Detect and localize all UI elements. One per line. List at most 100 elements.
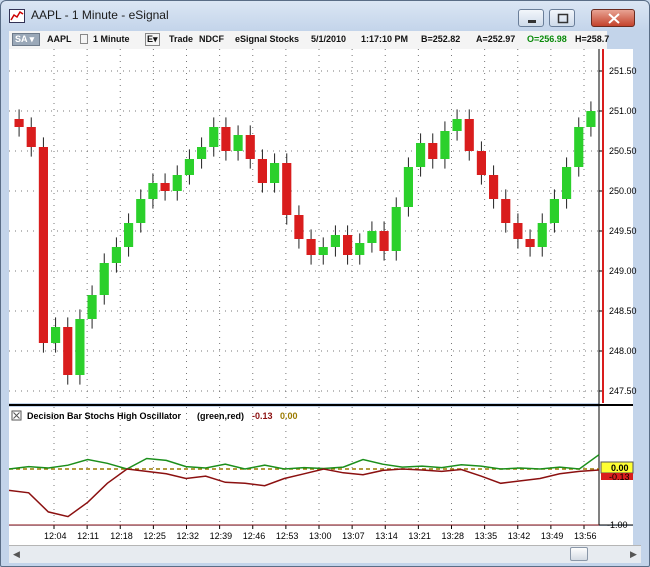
close-icon [608, 13, 620, 24]
application-window: AAPL - 1 Minute - eSignal SA ▾ AAPL 1 Mi… [0, 0, 650, 567]
candle-body [367, 231, 377, 243]
time-label: 13:42 [508, 531, 531, 541]
candle-body [416, 143, 426, 167]
candle-body [428, 143, 438, 159]
price-tick-label: 250.50 [609, 146, 637, 156]
candle-body [282, 163, 292, 215]
interval-menu-button[interactable]: E▾ [145, 33, 160, 46]
indicator-value-red: -0.13 [252, 411, 273, 421]
quote-high: H=258.7 [575, 34, 610, 44]
candle-body [330, 235, 340, 247]
candle-body [51, 327, 61, 343]
time-label: 13:14 [375, 531, 398, 541]
candle-body [562, 167, 572, 199]
candle-body [270, 163, 280, 183]
time-label: 12:39 [210, 531, 233, 541]
price-tick-label: 251.00 [609, 106, 637, 116]
price-pane[interactable] [9, 49, 599, 403]
candle-body [197, 147, 207, 159]
candle-body [184, 159, 194, 175]
candle-body [379, 231, 389, 251]
candle-body [501, 199, 511, 223]
candle-body [489, 175, 499, 199]
candle-body [233, 135, 243, 151]
data-source-label: eSignal Stocks [235, 34, 300, 44]
date-label: 5/1/2010 [311, 34, 347, 44]
time-label: 12:18 [110, 531, 133, 541]
price-tick-label: 247.50 [609, 386, 637, 396]
candle-body [63, 327, 73, 375]
symbol-toggle-icon[interactable] [80, 34, 88, 44]
minimize-icon [528, 20, 536, 23]
maximize-icon [557, 13, 569, 24]
chart-toolbar: SA ▾ AAPL 1 Minute E▾ Trade NDCF eSignal… [9, 31, 610, 50]
candle-body [403, 167, 413, 207]
price-tick-label: 251.50 [609, 66, 637, 76]
candle-body [172, 175, 182, 191]
indicator-pane[interactable] [9, 407, 599, 525]
price-tick-label: 250.00 [609, 186, 637, 196]
candle-body [14, 119, 24, 127]
interval-label[interactable]: 1 Minute [93, 34, 130, 44]
candle-body [513, 223, 523, 239]
indicator-axis-label: -1.00 [607, 520, 628, 530]
scroll-right-arrow-icon[interactable]: ▶ [627, 548, 640, 561]
candle-body [124, 223, 134, 247]
candle-body [99, 263, 109, 295]
scroll-left-arrow-icon[interactable]: ◀ [10, 548, 23, 561]
indicator-name: Decision Bar Stochs High Oscillator [27, 411, 182, 421]
time-label: 13:35 [475, 531, 498, 541]
exchange-label: NDCF [199, 34, 224, 44]
time-label: 12:46 [243, 531, 266, 541]
candle-body [355, 243, 365, 255]
candle-body [257, 159, 267, 183]
time-label: 13:56 [574, 531, 597, 541]
window-title: AAPL - 1 Minute - eSignal [31, 8, 169, 22]
candle-body [26, 127, 36, 147]
candle-body [452, 119, 462, 131]
time-label: 13:07 [342, 531, 365, 541]
time-label: 13:21 [408, 531, 431, 541]
symbol-label[interactable]: AAPL [47, 34, 72, 44]
trade-label: Trade [169, 34, 194, 44]
price-tick-label: 248.50 [609, 306, 637, 316]
candle-body [294, 215, 304, 239]
candle-body [245, 135, 255, 159]
candle-body [38, 147, 48, 343]
title-bar[interactable]: AAPL - 1 Minute - eSignal [1, 1, 649, 31]
candle-body [306, 239, 316, 255]
candle-body [148, 183, 158, 199]
close-button[interactable] [591, 9, 635, 27]
scrollbar-thumb[interactable] [570, 547, 588, 561]
candle-body [525, 239, 535, 247]
quote-bid: B=252.82 [421, 34, 461, 44]
time-label: 12:53 [276, 531, 299, 541]
symbol-link-button[interactable]: SA ▾ [12, 33, 40, 46]
horizontal-scrollbar[interactable]: ◀ ▶ [9, 545, 641, 563]
quote-open: O=256.98 [527, 34, 567, 44]
price-tick-label: 249.50 [609, 226, 637, 236]
candle-body [160, 183, 170, 191]
time-label: 12:25 [143, 531, 166, 541]
time-label: 13:49 [541, 531, 564, 541]
candle-body [574, 127, 584, 167]
price-tick-label: 249.00 [609, 266, 637, 276]
minimize-button[interactable] [518, 9, 544, 27]
price-axis-pane[interactable] [599, 49, 633, 525]
candle-body [586, 111, 596, 127]
time-label: 12:04 [44, 531, 67, 541]
maximize-button[interactable] [549, 9, 575, 27]
indicator-current-badge-red-text: -0.13 [609, 472, 630, 482]
candle-body [209, 127, 219, 147]
chart-area[interactable]: 251.50 251.00 250.50 250.00 249.50 249.00 248.… [9, 49, 649, 545]
esignal-app-icon [9, 9, 25, 23]
time-label: 13:28 [442, 531, 465, 541]
candle-body [549, 199, 559, 223]
time-label: 12:32 [177, 531, 200, 541]
candle-body [476, 151, 486, 175]
candle-body [464, 119, 474, 151]
candle-body [87, 295, 97, 319]
indicator-value-yellow: 0.00 [280, 411, 298, 421]
candle-body [343, 235, 353, 255]
price-tick-label: 248.00 [609, 346, 637, 356]
